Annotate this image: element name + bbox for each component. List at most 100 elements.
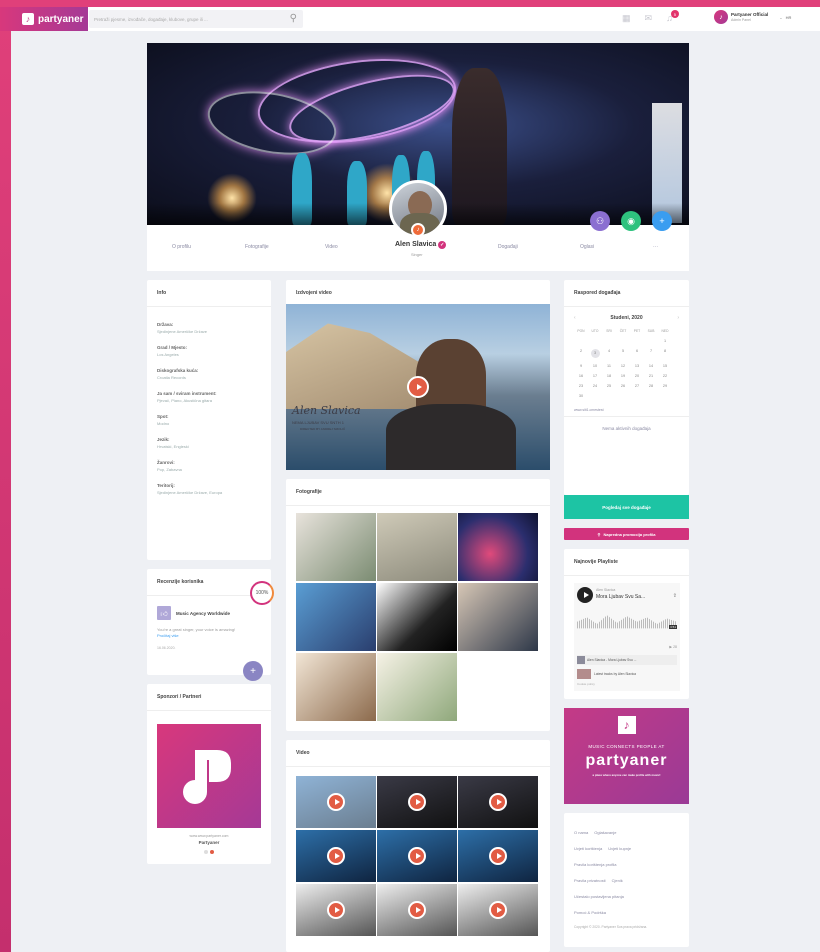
video-thumb[interactable]: [296, 830, 376, 882]
calendar-day[interactable]: 27: [630, 384, 644, 388]
footer-link-faq[interactable]: Učestalo postavljena pitanja: [574, 889, 624, 905]
photo-thumb[interactable]: [458, 513, 538, 581]
calendar-day[interactable]: 24: [588, 384, 602, 388]
video-thumb[interactable]: [458, 776, 538, 828]
playlist-item[interactable]: Alen Slavica - Mora Ljubav Svu ...: [577, 655, 677, 665]
calendar-day[interactable]: 23: [574, 384, 588, 388]
play-icon[interactable]: [577, 587, 593, 603]
brand-logo[interactable]: ♪ partyaner: [0, 7, 88, 31]
video-thumb[interactable]: [458, 884, 538, 936]
calendar-icon[interactable]: ▦: [622, 13, 631, 24]
tab-ads[interactable]: Oglasi: [580, 244, 594, 250]
calendar-day[interactable]: 17: [588, 374, 602, 378]
video-thumb[interactable]: [296, 776, 376, 828]
play-icon[interactable]: [489, 901, 507, 919]
calendar-day[interactable]: 12: [616, 364, 630, 368]
add-review-button[interactable]: +: [243, 661, 263, 681]
promo-banner[interactable]: ♪ MUSIC CONNECTS PEOPLE AT partyaner a p…: [564, 708, 689, 804]
calendar-day[interactable]: 15: [658, 364, 672, 368]
review-author[interactable]: Music Agency Worldwide: [176, 611, 230, 616]
sponsor-url[interactable]: www.www.partyaner.com: [147, 834, 271, 838]
tab-events[interactable]: Događaji: [498, 244, 518, 250]
calendar-day[interactable]: 19: [616, 374, 630, 378]
video-thumb[interactable]: [296, 884, 376, 936]
chat-icon[interactable]: ✉: [645, 13, 653, 24]
tab-more[interactable]: ···: [653, 244, 658, 250]
calendar-day[interactable]: 29: [658, 384, 672, 388]
calendar-day[interactable]: 16: [574, 374, 588, 378]
video-thumb[interactable]: [377, 884, 457, 936]
calendar-day[interactable]: 30: [574, 394, 588, 398]
soundcloud-widget[interactable]: Alen Slavica Mora Ljubav Svu Sa... ⇪ 3:5…: [574, 583, 680, 691]
play-icon[interactable]: [407, 376, 429, 398]
calendar-day[interactable]: 14: [644, 364, 658, 368]
all-events-button[interactable]: Pogledaj sve događaje: [564, 495, 689, 519]
video-thumb[interactable]: [377, 776, 457, 828]
calendar-day[interactable]: 22: [658, 374, 672, 378]
video-thumb[interactable]: [377, 830, 457, 882]
cookie-policy-link[interactable]: Cookie policy: [577, 682, 595, 686]
calendar-day[interactable]: 10: [588, 364, 602, 368]
next-month-button[interactable]: ›: [677, 315, 679, 321]
prev-month-button[interactable]: ‹: [574, 315, 576, 321]
footer-link-help[interactable]: Pomoć & Podrška: [574, 905, 606, 921]
track-title[interactable]: Mora Ljubav Svu Sa...: [596, 594, 645, 600]
tab-about[interactable]: O profilu: [172, 244, 191, 250]
featured-video-player[interactable]: Alen Slavica NEMA LJUBAV SVU SNTH 1 DIRE…: [286, 304, 550, 470]
waveform[interactable]: [577, 615, 677, 629]
calendar-day[interactable]: 5: [616, 349, 630, 358]
play-icon[interactable]: [408, 793, 426, 811]
calendar-day[interactable]: 11: [602, 364, 616, 368]
tab-video[interactable]: Video: [325, 244, 338, 250]
calendar-day[interactable]: 8: [658, 349, 672, 358]
play-icon[interactable]: [327, 793, 345, 811]
photo-thumb[interactable]: [377, 653, 457, 721]
add-friend-button[interactable]: ⚇: [590, 211, 610, 231]
share-icon[interactable]: ⇪: [673, 593, 677, 599]
play-icon[interactable]: [327, 847, 345, 865]
photo-thumb[interactable]: [458, 583, 538, 651]
photo-thumb[interactable]: [377, 583, 457, 651]
calendar-day[interactable]: 28: [644, 384, 658, 388]
footer-link-privacy[interactable]: Pravila privatnosti: [574, 873, 606, 889]
footer-link-terms[interactable]: Uvjeti korištenja: [574, 841, 602, 857]
user-menu[interactable]: ♪ Partyaner Official Admin Panel ⌄ HR: [714, 10, 791, 24]
play-icon[interactable]: [489, 847, 507, 865]
play-icon[interactable]: [408, 847, 426, 865]
calendar-day[interactable]: 7: [644, 349, 658, 358]
more-button[interactable]: +: [652, 211, 672, 231]
calendar-day[interactable]: 25: [602, 384, 616, 388]
play-icon[interactable]: [489, 793, 507, 811]
latest-tracks-link[interactable]: Latest tracks by Alen Slavica: [594, 672, 636, 676]
calendar-day[interactable]: 1: [658, 339, 672, 343]
footer-link-purchase[interactable]: Uvjeti kupnje: [608, 841, 631, 857]
language-select[interactable]: HR: [786, 15, 792, 20]
footer-link-ads[interactable]: Oglašavanje: [594, 825, 616, 841]
carousel-dots[interactable]: [147, 850, 271, 856]
track-artist[interactable]: Alen Slavica: [596, 588, 615, 592]
calendar-day[interactable]: 21: [644, 374, 658, 378]
play-icon[interactable]: [327, 901, 345, 919]
photo-thumb[interactable]: [377, 513, 457, 581]
calendar-day[interactable]: 4: [602, 349, 616, 358]
calendar-day[interactable]: 18: [602, 374, 616, 378]
tab-photos[interactable]: Fotografije: [245, 244, 269, 250]
photo-thumb[interactable]: [296, 653, 376, 721]
footer-link-about[interactable]: O nama: [574, 825, 588, 841]
bell-icon[interactable]: ♫ 5: [666, 10, 679, 24]
footer-link-profile-rules[interactable]: Pravila korištenja profila: [574, 857, 616, 873]
calendar-day[interactable]: 13: [630, 364, 644, 368]
calendar-day[interactable]: 26: [616, 384, 630, 388]
video-thumb[interactable]: [458, 830, 538, 882]
footer-link-pricing[interactable]: Cjenik: [612, 873, 623, 889]
follow-button[interactable]: ◉: [621, 211, 641, 231]
promotion-button[interactable]: ⚲ Napredna promocija profila: [564, 528, 689, 540]
calendar-day[interactable]: 3: [590, 349, 600, 358]
play-icon[interactable]: [408, 901, 426, 919]
calendar-day[interactable]: 20: [630, 374, 644, 378]
calendar-day[interactable]: 9: [574, 364, 588, 368]
photo-thumb[interactable]: [296, 513, 376, 581]
search-input[interactable]: Pretraži pjesme, izvođače, događaje, klu…: [89, 10, 303, 28]
search-icon[interactable]: ⚲: [290, 13, 297, 24]
photo-thumb[interactable]: [296, 583, 376, 651]
